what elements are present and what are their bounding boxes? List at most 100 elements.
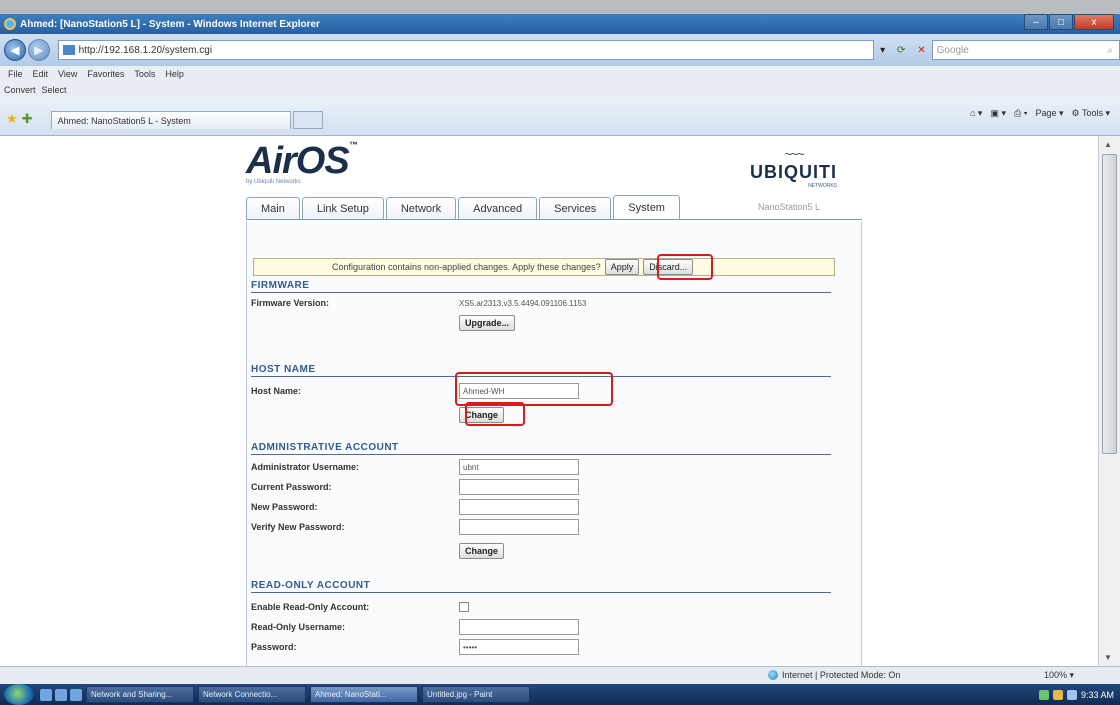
browser-tab[interactable]: Ahmed: NanoStation5 L - System xyxy=(50,111,291,129)
close-button[interactable]: x xyxy=(1074,14,1114,30)
tab-advanced[interactable]: Advanced xyxy=(458,197,538,219)
search-icon[interactable]: ⌕ xyxy=(1107,45,1113,56)
start-button[interactable] xyxy=(4,684,34,705)
new-tab-button[interactable] xyxy=(292,111,323,129)
menu-view[interactable]: View xyxy=(58,69,77,79)
ie-quicklaunch-icon[interactable] xyxy=(70,688,82,701)
command-bar: ⌂ ▾ ▣ ▾ ⎙ ▾ Page ▾ ⚙ Tools ▾ xyxy=(970,108,1110,119)
scrollbar-thumb[interactable] xyxy=(1102,154,1117,454)
current-password-input[interactable] xyxy=(459,479,579,495)
taskbar-item-browser[interactable]: Ahmed: NanoStati... xyxy=(310,686,418,703)
verify-password-label: Verify New Password: xyxy=(251,522,345,532)
admin-change-row: Change xyxy=(251,542,831,560)
tray-volume-icon[interactable] xyxy=(1066,689,1077,700)
address-tools: ▾ ⟳ ✕ xyxy=(874,40,931,60)
zoom-control[interactable]: 100% ▾ xyxy=(1044,670,1074,681)
print-icon[interactable]: ⎙ ▾ xyxy=(1014,108,1027,119)
stop-icon[interactable]: ✕ xyxy=(917,45,925,56)
admin-change-button[interactable]: Change xyxy=(459,543,505,559)
tab-system[interactable]: System xyxy=(613,195,680,219)
taskbar-item-network-connections[interactable]: Network Connectio... xyxy=(198,686,306,703)
search-box[interactable]: Google ⌕ xyxy=(931,40,1120,60)
verify-password-input[interactable] xyxy=(459,519,579,535)
menu-help[interactable]: Help xyxy=(165,69,184,79)
ubiquiti-brand: UBIQUITI xyxy=(750,162,837,182)
taskbar-item-paint[interactable]: Untitled.jpg - Paint xyxy=(422,686,530,703)
tray-security-icon[interactable] xyxy=(1052,689,1063,700)
firmware-version-row: Firmware Version: XS5.ar2313.v3.5.4494.0… xyxy=(251,294,831,312)
airos-logo-text: AirOS xyxy=(246,140,350,182)
new-password-input[interactable] xyxy=(459,499,579,515)
taskbar: Network and Sharing... Network Connectio… xyxy=(0,684,1120,705)
new-password-row: New Password: xyxy=(251,498,831,516)
menu-bar: File Edit View Favorites Tools Help xyxy=(0,66,1120,82)
security-zone-text: Internet | Protected Mode: On xyxy=(782,670,901,680)
convert-button[interactable]: Convert xyxy=(4,85,36,95)
show-desktop-icon[interactable] xyxy=(40,688,52,701)
scroll-down-icon[interactable]: ▼ xyxy=(1104,653,1112,662)
menu-tools[interactable]: Tools xyxy=(134,69,155,79)
tools-menu[interactable]: ⚙ Tools ▾ xyxy=(1072,108,1110,119)
minimize-button[interactable]: – xyxy=(1024,14,1048,30)
read-only-username-row: Read-Only Username: xyxy=(251,618,831,636)
host-change-row: Change xyxy=(251,406,831,424)
read-only-username-input[interactable] xyxy=(459,619,579,635)
home-icon[interactable]: ⌂ ▾ xyxy=(970,108,982,119)
enable-read-only-label: Enable Read-Only Account: xyxy=(251,602,370,612)
menu-file[interactable]: File xyxy=(8,69,23,79)
host-name-highlight xyxy=(455,372,613,406)
host-name-label: Host Name: xyxy=(251,386,302,396)
notice-text: Configuration contains non-applied chang… xyxy=(332,262,601,272)
upgrade-button[interactable]: Upgrade... xyxy=(459,315,516,331)
tab-link-setup[interactable]: Link Setup xyxy=(301,197,384,219)
system-tray: 9:33 AM xyxy=(1038,684,1114,705)
tab-services[interactable]: Services xyxy=(539,197,612,219)
select-button[interactable]: Select xyxy=(42,85,67,95)
page-content: AirOS™ by Ubiquiti Networks ~~~ UBIQUITI… xyxy=(0,136,1098,666)
enable-read-only-row: Enable Read-Only Account: xyxy=(251,598,831,616)
scroll-up-icon[interactable]: ▲ xyxy=(1104,140,1112,149)
zoom-level: 100% xyxy=(1044,670,1068,680)
read-only-password-input[interactable]: ••••• xyxy=(459,639,579,655)
page-scrollbar[interactable]: ▲ ▼ xyxy=(1098,136,1120,666)
admin-username-input[interactable]: ubnt xyxy=(459,459,579,475)
search-placeholder: Google xyxy=(936,44,969,56)
enable-read-only-checkbox[interactable] xyxy=(459,602,469,612)
forward-button[interactable]: ▶ xyxy=(27,39,50,61)
maximize-button[interactable]: □ xyxy=(1049,14,1073,30)
dropdown-icon[interactable]: ▾ xyxy=(880,45,885,56)
unapplied-changes-notice: Configuration contains non-applied chang… xyxy=(253,258,835,276)
quick-launch xyxy=(40,688,82,701)
feeds-icon[interactable]: ▣ ▾ xyxy=(990,108,1006,119)
taskbar-item-network-sharing[interactable]: Network and Sharing... xyxy=(86,686,194,703)
menu-edit[interactable]: Edit xyxy=(33,69,49,79)
favorites-tab-bar: ★ ✚ Ahmed: NanoStation5 L - System ⌂ ▾ ▣… xyxy=(0,98,1120,136)
tab-network[interactable]: Network xyxy=(385,197,457,219)
read-only-password-label: Password: xyxy=(251,642,297,652)
security-zone: Internet | Protected Mode: On xyxy=(768,670,900,680)
firmware-version-value: XS5.ar2313.v3.5.4494.091106.1153 xyxy=(459,298,587,308)
refresh-icon[interactable]: ⟳ xyxy=(897,45,905,56)
read-only-account-heading: READ-ONLY ACCOUNT xyxy=(251,580,831,593)
apply-highlight xyxy=(657,254,713,280)
tab-main[interactable]: Main xyxy=(246,197,300,219)
address-bar[interactable]: http://192.168.1.20/system.cgi xyxy=(57,40,875,60)
page-menu[interactable]: Page ▾ xyxy=(1035,108,1063,119)
firmware-heading: FIRMWARE xyxy=(251,280,831,293)
change-highlight xyxy=(465,402,525,426)
apply-button[interactable]: Apply xyxy=(604,259,640,275)
add-favorite-icon[interactable]: ✚ xyxy=(22,111,33,127)
back-button[interactable]: ◀ xyxy=(4,39,26,61)
tray-network-icon[interactable] xyxy=(1038,689,1049,700)
ubiquiti-wave-icon: ~~~ xyxy=(784,146,805,162)
address-text: http://192.168.1.20/system.cgi xyxy=(78,44,213,56)
switch-windows-icon[interactable] xyxy=(55,688,67,701)
address-bar-row: ◀ ▶ http://192.168.1.20/system.cgi ▾ ⟳ ✕… xyxy=(0,34,1120,66)
convert-toolbar: Convert Select xyxy=(0,82,1120,98)
favorites-star-icon[interactable]: ★ xyxy=(6,111,18,127)
clock[interactable]: 9:33 AM xyxy=(1081,690,1114,700)
status-bar: Internet | Protected Mode: On 100% ▾ xyxy=(0,666,1120,684)
tools-menu-label: Tools xyxy=(1081,108,1103,118)
ubiquiti-logo: ~~~ UBIQUITI NETWORKS xyxy=(750,146,837,189)
menu-favorites[interactable]: Favorites xyxy=(87,69,124,79)
